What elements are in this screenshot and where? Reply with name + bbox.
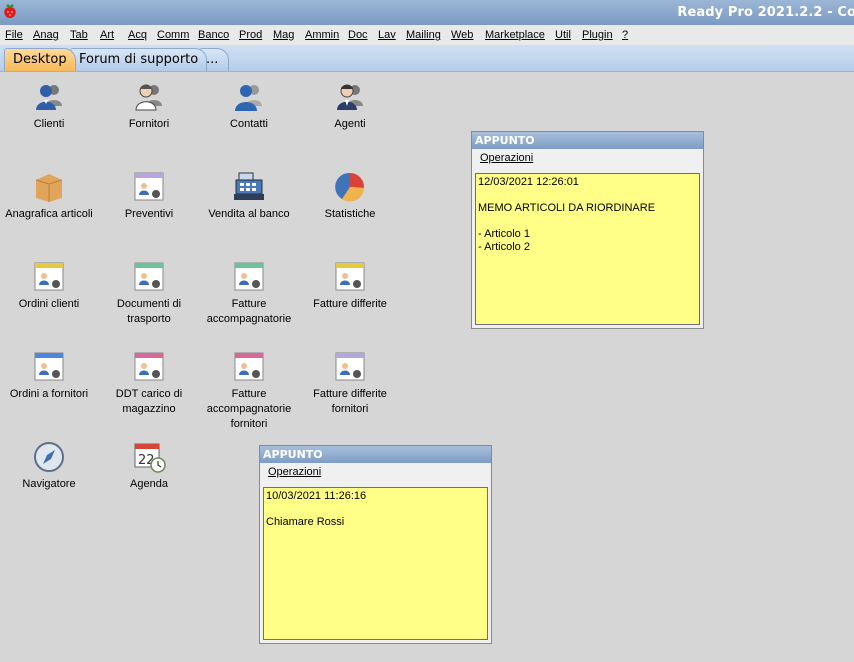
document-pink-icon [234, 352, 264, 381]
tab-desktop[interactable]: Desktop [4, 48, 76, 71]
note-title: APPUNTO [472, 132, 703, 149]
note-operations-menu[interactable]: Operazioni [268, 466, 321, 478]
menu-help[interactable]: ? [622, 29, 628, 41]
desktop-item-label: Ordini a fornitori [9, 388, 89, 400]
agents-icon [337, 84, 363, 110]
desktop-item-agenda[interactable]: 22 Agenda [99, 440, 199, 492]
desktop-item-fornitori[interactable]: Fornitori [99, 80, 199, 132]
desktop-item-label: Fatture differite [313, 298, 387, 310]
box-icon [35, 174, 63, 202]
menu-mailing[interactable]: Mailing [406, 29, 441, 41]
menu-lav[interactable]: Lav [378, 29, 396, 41]
desktop-item-label: Fatture accompagnatorie fornitori [206, 388, 292, 430]
people-icon [36, 85, 62, 110]
tab-bar: Desktop Forum di supporto ... [0, 45, 854, 72]
menu-bar: File Anag Tab Art Acq Comm Banco Prod Ma… [0, 25, 854, 45]
menu-plugin[interactable]: Plugin [582, 29, 613, 41]
desktop-item-label: Navigatore [22, 478, 76, 490]
desktop-item-fatture-accompagnatorie-fornitori[interactable]: Fatture accompagnatorie fornitori [199, 350, 299, 432]
cash-register-icon [234, 172, 264, 200]
contacts-icon [235, 85, 262, 111]
tab-forum[interactable]: Forum di supporto [70, 48, 208, 71]
strawberry-icon[interactable] [2, 3, 18, 20]
menu-marketplace[interactable]: Marketplace [485, 29, 545, 41]
desktop-item-documenti-di-trasporto[interactable]: Documenti di trasporto [99, 260, 199, 327]
suppliers-icon [135, 84, 162, 111]
note-title: APPUNTO [260, 446, 491, 463]
desktop-item-label: Agenda [130, 478, 168, 490]
menu-art[interactable]: Art [100, 29, 114, 41]
desktop-item-ordini-clienti[interactable]: Ordini clienti [0, 260, 99, 312]
desktop-item-clienti[interactable]: Clienti [0, 80, 99, 132]
note-window[interactable]: APPUNTO Operazioni 12/03/2021 12:26:01 M… [471, 131, 704, 329]
desktop-item-statistiche[interactable]: Statistiche [300, 170, 400, 222]
desktop-item-label: Fornitori [128, 118, 170, 130]
desktop-item-vendita-al-banco[interactable]: Vendita al banco [199, 170, 299, 222]
note-window[interactable]: APPUNTO Operazioni 10/03/2021 11:26:16 C… [259, 445, 492, 644]
desktop-item-preventivi[interactable]: Preventivi [99, 170, 199, 222]
compass-icon [34, 442, 64, 472]
document-pink-icon [134, 352, 164, 381]
menu-mag[interactable]: Mag [273, 29, 294, 41]
document-yellow-icon [335, 262, 365, 291]
document-purple-icon [134, 172, 164, 201]
menu-doc[interactable]: Doc [348, 29, 368, 41]
desktop-item-label: Documenti di trasporto [116, 298, 182, 325]
pie-chart-icon [335, 172, 365, 202]
desktop-item-label: Anagrafica articoli [5, 208, 93, 220]
menu-comm[interactable]: Comm [157, 29, 189, 41]
menu-banco[interactable]: Banco [198, 29, 229, 41]
note-menu: Operazioni [472, 149, 703, 168]
desktop-item-label: Fatture differite fornitori [313, 388, 387, 415]
desktop-item-label: Fatture accompagnatorie [206, 298, 292, 325]
window-title: Ready Pro 2021.2.2 - Co [677, 5, 854, 20]
desktop-item-label: Ordini clienti [18, 298, 80, 310]
menu-acq[interactable]: Acq [128, 29, 147, 41]
menu-util[interactable]: Util [555, 29, 571, 41]
desktop-item-label: Contatti [230, 118, 268, 130]
menu-tab[interactable]: Tab [70, 29, 88, 41]
menu-anag[interactable]: Anag [33, 29, 59, 41]
menu-ammin[interactable]: Ammin [305, 29, 339, 41]
desktop-item-contatti[interactable]: Contatti [199, 80, 299, 132]
document-green-icon [234, 262, 264, 291]
note-text-area[interactable]: 12/03/2021 12:26:01 MEMO ARTICOLI DA RIO… [475, 173, 700, 325]
title-bar: Ready Pro 2021.2.2 - Co [0, 0, 854, 25]
menu-file[interactable]: File [5, 29, 23, 41]
desktop-item-ddt-carico-di-magazzino[interactable]: DDT carico di magazzino [99, 350, 199, 417]
menu-prod[interactable]: Prod [239, 29, 262, 41]
desktop-item-label: Agenti [334, 118, 366, 130]
note-menu: Operazioni [260, 463, 491, 482]
desktop-item-fatture-differite-fornitori[interactable]: Fatture differite fornitori [300, 350, 400, 417]
document-green-icon [134, 262, 164, 291]
note-text-area[interactable]: 10/03/2021 11:26:16 Chiamare Rossi [263, 487, 488, 640]
desktop-item-label: Preventivi [124, 208, 174, 220]
desktop-item-label: Statistiche [324, 208, 376, 220]
desktop-item-agenti[interactable]: Agenti [300, 80, 400, 132]
desktop-item-label: Clienti [33, 118, 65, 130]
document-yellow-icon [34, 262, 64, 291]
desktop-item-label: Vendita al banco [208, 208, 290, 220]
desktop-item-fatture-differite[interactable]: Fatture differite [300, 260, 400, 312]
document-blue-icon [34, 352, 64, 381]
desktop-item-label: DDT carico di magazzino [115, 388, 183, 415]
desktop-item-fatture-accompagnatorie[interactable]: Fatture accompagnatorie [199, 260, 299, 327]
note-operations-menu[interactable]: Operazioni [480, 152, 533, 164]
menu-web[interactable]: Web [451, 29, 473, 41]
document-lilac-icon [335, 352, 365, 381]
calendar-clock-icon: 22 [134, 443, 166, 473]
desktop-item-navigatore[interactable]: Navigatore [0, 440, 99, 492]
desktop-item-ordini-a-fornitori[interactable]: Ordini a fornitori [0, 350, 99, 402]
desktop-item-anagrafica-articoli[interactable]: Anagrafica articoli [0, 170, 99, 222]
